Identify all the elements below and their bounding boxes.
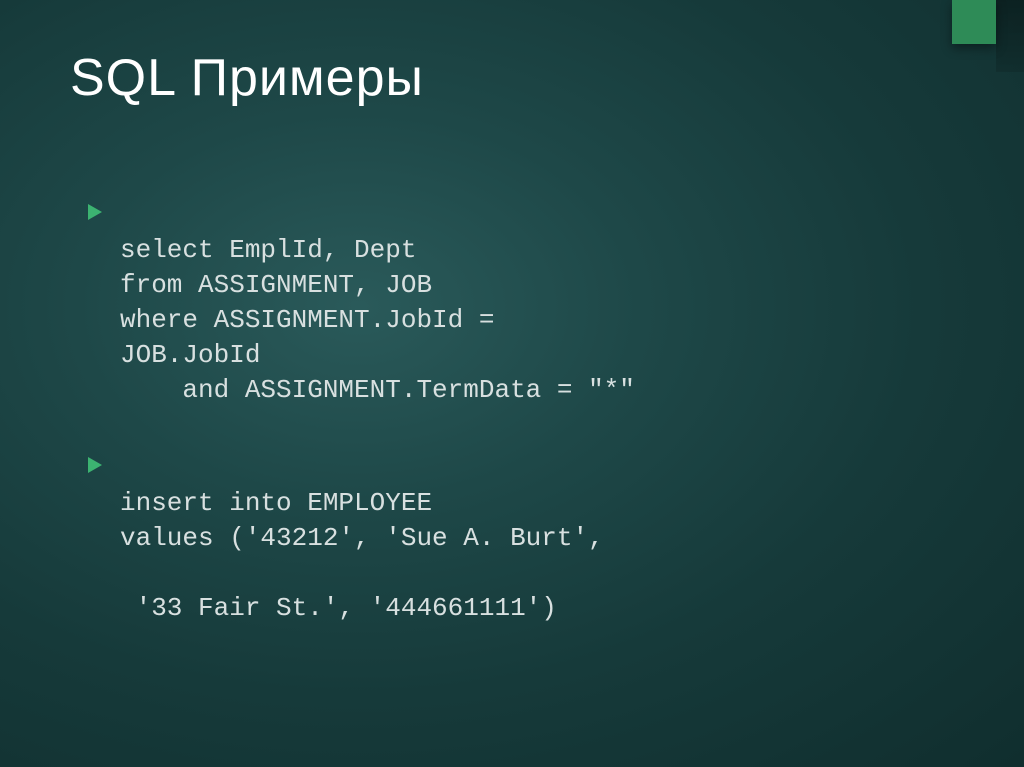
- code-line: where ASSIGNMENT.JobId =: [120, 305, 494, 335]
- code-line: insert into EMPLOYEE: [120, 488, 432, 518]
- code-line: JOB.JobId: [120, 340, 260, 370]
- code-block: insert into EMPLOYEE values ('43212', 'S…: [120, 451, 954, 626]
- bullet-triangle-icon: [88, 457, 102, 473]
- code-line: '33 Fair St.', '444661111'): [120, 593, 557, 623]
- bullet-item: select EmplId, Dept from ASSIGNMENT, JOB…: [120, 198, 954, 409]
- code-block: select EmplId, Dept from ASSIGNMENT, JOB…: [120, 198, 954, 409]
- code-line: and ASSIGNMENT.TermData = "*": [120, 375, 635, 405]
- code-line: values ('43212', 'Sue A. Burt',: [120, 523, 604, 553]
- code-line: from ASSIGNMENT, JOB: [120, 270, 432, 300]
- code-line: select EmplId, Dept: [120, 235, 416, 265]
- slide-title: SQL Примеры: [70, 48, 954, 108]
- bullet-triangle-icon: [88, 204, 102, 220]
- bullet-item: insert into EMPLOYEE values ('43212', 'S…: [120, 451, 954, 626]
- slide: SQL Примеры select EmplId, Dept from ASS…: [0, 0, 1024, 767]
- slide-content: select EmplId, Dept from ASSIGNMENT, JOB…: [70, 198, 954, 626]
